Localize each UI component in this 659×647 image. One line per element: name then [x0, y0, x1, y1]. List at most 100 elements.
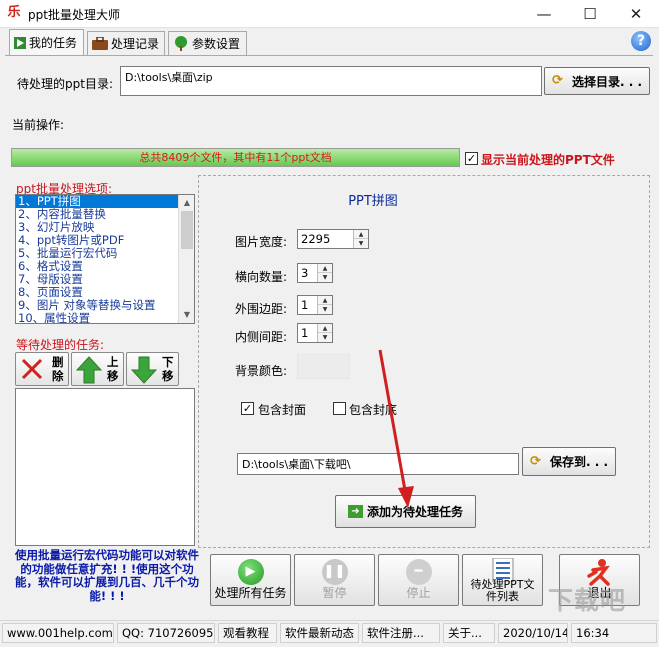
arrow-down-icon — [131, 356, 157, 384]
tab-divider — [5, 55, 653, 56]
options-scrollbar[interactable]: ▲ ▼ — [178, 195, 194, 323]
macro-note: 使用批量运行宏代码功能可以对软件的功能做任意扩充! ! !使用这个功能，软件可以… — [15, 548, 199, 603]
status-date: 2020/10/14 — [498, 623, 568, 643]
inner-spacing-label: 内侧间距: — [235, 330, 288, 344]
progress-text: 总共8409个文件，其中有11个ppt文档 — [139, 151, 332, 164]
tree-icon — [175, 36, 187, 51]
pending-label: 等待处理的任务: — [16, 338, 105, 352]
list-item[interactable]: 8、页面设置 — [16, 286, 179, 299]
list-item[interactable]: 2、内容批量替换 — [16, 208, 179, 221]
show-current-label[interactable]: 显示当前处理的PPT文件 — [481, 151, 615, 168]
outer-margin-label: 外围边距: — [235, 302, 288, 316]
spin-down-icon[interactable]: ▼ — [318, 305, 332, 314]
spin-up-icon[interactable]: ▲ — [318, 324, 332, 333]
status-website[interactable]: www.001help.com — [2, 623, 114, 643]
tab-settings[interactable]: 参数设置 — [168, 31, 247, 55]
spin-up-icon[interactable]: ▲ — [354, 230, 368, 239]
scroll-up-icon[interactable]: ▲ — [179, 195, 194, 211]
spin-up-icon[interactable]: ▲ — [318, 296, 332, 305]
bg-color-label: 背景颜色: — [235, 364, 288, 378]
pending-list-label: 待处理PPT文件列表 — [470, 578, 535, 603]
stop-circle-icon: ━ — [405, 559, 432, 585]
select-dir-button[interactable]: ⟳ 选择目录. . . — [544, 67, 650, 95]
tab-label: 处理记录 — [111, 36, 160, 51]
spin-down-icon[interactable]: ▼ — [318, 333, 332, 342]
outer-margin-value: 1 — [301, 298, 309, 312]
delete-label: 删除 — [52, 355, 64, 383]
arrow-up-icon — [76, 356, 102, 384]
scroll-down-icon[interactable]: ▼ — [179, 307, 194, 323]
add-task-button[interactable]: ➜ 添加为待处理任务 — [335, 495, 476, 528]
stop-button[interactable]: ━ 停止 — [378, 554, 459, 606]
list-item[interactable]: 4、ppt转图片或PDF — [16, 234, 179, 247]
play-circle-icon: ▶ — [237, 559, 264, 585]
save-path-input[interactable]: D:\tools\桌面\下载吧\ — [237, 453, 519, 475]
briefcase-icon — [92, 37, 108, 50]
watermark-logo: 下载吧 — [548, 586, 627, 615]
outer-margin-stepper[interactable]: 1 ▲ ▼ — [297, 295, 333, 315]
list-item[interactable]: 3、幻灯片放映 — [16, 221, 179, 234]
refresh-icon: ⟳ — [529, 453, 541, 469]
spin-down-icon[interactable]: ▼ — [318, 273, 332, 282]
stop-label: 停止 — [406, 586, 431, 600]
app-logo-icon: 乐 — [7, 5, 21, 20]
list-item[interactable]: 1、PPT拼图 — [16, 195, 179, 208]
list-item[interactable]: 9、图片 对象等替换与设置 — [16, 299, 179, 312]
minimize-button[interactable]: — — [521, 0, 567, 28]
progress-bar: 总共8409个文件，其中有11个ppt文档 — [11, 148, 460, 167]
list-item[interactable]: 6、格式设置 — [16, 260, 179, 273]
save-to-button[interactable]: ⟳ 保存到. . . — [522, 447, 616, 476]
dir-path-input[interactable]: D:\tools\桌面\zip — [120, 66, 542, 96]
list-item[interactable]: 7、母版设置 — [16, 273, 179, 286]
include-cover-label[interactable]: 包含封面 — [258, 401, 306, 418]
move-down-label: 下移 — [162, 355, 174, 383]
move-down-button[interactable]: 下移 — [126, 352, 179, 386]
current-operation-label: 当前操作: — [12, 118, 65, 132]
tab-history[interactable]: 处理记录 — [87, 31, 165, 55]
pause-circle-icon: ❚❚ — [321, 559, 348, 585]
window-title: ppt批量处理大师 — [28, 8, 120, 22]
scroll-thumb[interactable] — [181, 211, 193, 249]
help-icon[interactable]: ? — [631, 31, 651, 51]
status-register[interactable]: 软件注册... — [362, 623, 440, 643]
inner-spacing-stepper[interactable]: 1 ▲ ▼ — [297, 323, 333, 343]
image-width-value: 2295 — [301, 232, 331, 246]
move-up-button[interactable]: 上移 — [71, 352, 124, 386]
include-back-label[interactable]: 包含封底 — [349, 401, 397, 418]
delete-x-icon — [21, 358, 43, 380]
list-item[interactable]: 10、属性设置 — [16, 312, 179, 323]
save-to-label: 保存到. . . — [549, 455, 609, 469]
select-dir-label: 选择目录. . . — [571, 74, 643, 89]
options-list[interactable]: 1、PPT拼图 2、内容批量替换 3、幻灯片放映 4、ppt转图片或PDF 5、… — [15, 194, 195, 324]
image-width-stepper[interactable]: 2295 ▲ ▼ — [297, 229, 369, 249]
inner-spacing-value: 1 — [301, 326, 309, 340]
status-tutorial[interactable]: 观看教程 — [218, 623, 277, 643]
panel-title: PPT拼图 — [348, 194, 398, 209]
process-all-label: 处理所有任务 — [214, 586, 287, 600]
tab-label: 我的任务 — [29, 36, 78, 50]
status-qq: QQ: 710726095 — [117, 623, 215, 643]
status-about[interactable]: 关于... — [443, 623, 495, 643]
spin-down-icon[interactable]: ▼ — [354, 239, 368, 248]
list-item[interactable]: 5、批量运行宏代码 — [16, 247, 179, 260]
close-button[interactable]: ✕ — [613, 0, 659, 28]
tab-my-tasks[interactable]: 我的任务 — [9, 29, 84, 56]
play-icon — [14, 37, 26, 49]
horizontal-count-stepper[interactable]: 3 ▲ ▼ — [297, 263, 333, 283]
image-width-label: 图片宽度: — [235, 235, 288, 249]
spin-up-icon[interactable]: ▲ — [318, 264, 332, 273]
delete-button[interactable]: 删除 — [15, 352, 69, 386]
include-back-checkbox[interactable] — [333, 402, 346, 415]
pending-list-button[interactable]: 待处理PPT文件列表 — [462, 554, 543, 606]
horizontal-count-label: 横向数量: — [235, 270, 288, 284]
pending-task-list[interactable] — [15, 388, 195, 546]
pause-button[interactable]: ❚❚ 暂停 — [294, 554, 375, 606]
status-time: 16:34 — [571, 623, 657, 643]
process-all-button[interactable]: ▶ 处理所有任务 — [210, 554, 291, 606]
include-cover-checkbox[interactable]: ✓ — [241, 402, 254, 415]
tab-label: 参数设置 — [192, 36, 241, 51]
bg-color-swatch[interactable] — [297, 354, 350, 379]
status-news[interactable]: 软件最新动态 — [280, 623, 359, 643]
show-current-checkbox[interactable]: ✓ — [465, 152, 478, 165]
maximize-button[interactable]: ☐ — [567, 0, 613, 28]
